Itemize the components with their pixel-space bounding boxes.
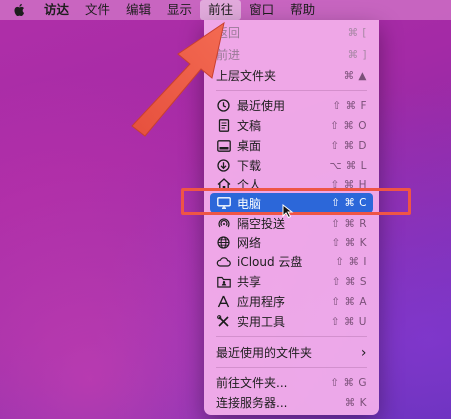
mouse-cursor-icon [282, 204, 294, 218]
annotation-arrow-icon [131, 21, 225, 137]
